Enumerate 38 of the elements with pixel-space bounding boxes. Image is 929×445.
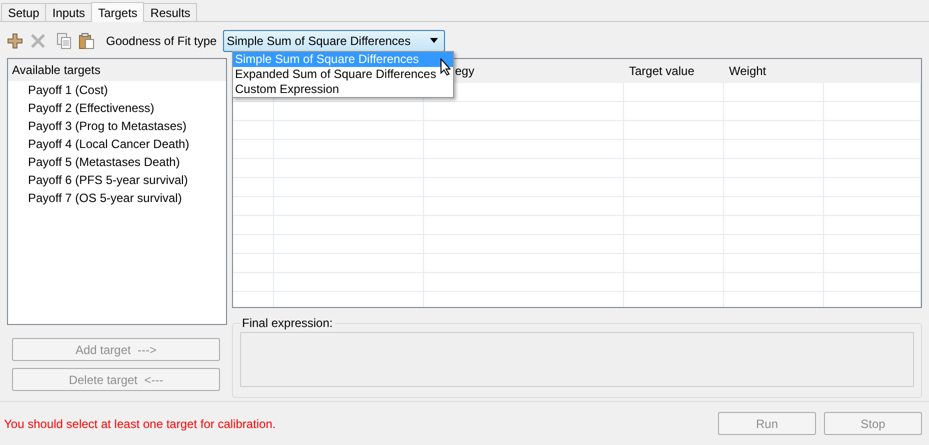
status-message: You should select at least one target for calibration. bbox=[4, 416, 276, 430]
column-header: Target value bbox=[629, 64, 694, 78]
list-title: Available targets bbox=[8, 59, 226, 81]
target-item[interactable]: Payoff 7 (OS 5-year survival) bbox=[8, 189, 226, 207]
table-cell bbox=[233, 159, 274, 178]
target-item[interactable]: Payoff 5 (Metastases Death) bbox=[8, 153, 226, 171]
table-cell bbox=[233, 102, 274, 121]
target-item[interactable]: Payoff 6 (PFS 5-year survival) bbox=[8, 171, 226, 189]
table-cell bbox=[233, 197, 274, 216]
column-header: Weight bbox=[729, 64, 766, 78]
dropdown-option[interactable]: Expanded Sum of Square Differences bbox=[233, 67, 453, 82]
target-item[interactable]: Payoff 1 (Cost) bbox=[8, 81, 226, 99]
table-cell bbox=[233, 121, 274, 140]
dropdown-option[interactable]: Custom Expression bbox=[233, 82, 453, 97]
table-cell bbox=[233, 254, 274, 273]
delete-icon[interactable] bbox=[31, 34, 45, 48]
caret-icon bbox=[430, 38, 438, 43]
final-expression-label: Final expression: bbox=[241, 316, 334, 330]
table-cell bbox=[233, 140, 274, 159]
expression-field[interactable] bbox=[240, 332, 914, 387]
table-cell bbox=[233, 235, 274, 254]
table-cell bbox=[233, 273, 274, 292]
target-item[interactable]: Payoff 2 (Effectiveness) bbox=[8, 99, 226, 117]
fit-type-label: Goodness of Fit type bbox=[106, 34, 217, 48]
tab[interactable]: Inputs bbox=[45, 3, 92, 21]
plus-icon[interactable] bbox=[7, 32, 23, 48]
table-cell bbox=[233, 178, 274, 197]
tab[interactable]: Setup bbox=[1, 3, 46, 21]
column-header: egy bbox=[455, 64, 474, 78]
fit-type-select[interactable]: Simple Sum of Square Differences bbox=[222, 30, 445, 52]
tab[interactable]: Targets bbox=[91, 2, 144, 22]
copy-icon[interactable] bbox=[57, 32, 71, 48]
tab[interactable]: Results bbox=[143, 3, 198, 21]
paste-icon[interactable] bbox=[79, 32, 94, 48]
target-item[interactable]: Payoff 4 (Local Cancer Death) bbox=[8, 135, 226, 153]
cursor-icon bbox=[440, 58, 452, 76]
target-item[interactable]: Payoff 3 (Prog to Metastases) bbox=[8, 117, 226, 135]
table-cell bbox=[233, 216, 274, 235]
